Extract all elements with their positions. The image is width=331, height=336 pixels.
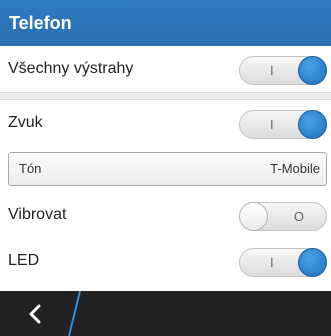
sound-row: Zvuk I: [0, 100, 331, 146]
all-alerts-row: Všechny výstrahy I: [0, 46, 331, 92]
sound-toggle[interactable]: I: [239, 110, 327, 139]
toggle-on-mark: I: [270, 117, 274, 132]
tone-label: Tón: [19, 161, 42, 176]
vibrate-toggle[interactable]: O: [239, 202, 327, 231]
led-row: LED I: [0, 238, 331, 284]
chevron-left-icon: [29, 304, 41, 324]
led-label: LED: [8, 252, 40, 269]
toggle-knob: [239, 202, 268, 231]
back-button[interactable]: [0, 291, 72, 336]
bottom-action-bar: [0, 291, 331, 336]
tone-value: T-Mobile: [270, 161, 320, 176]
phone-settings-screen: Telefon Všechny výstrahy I Zvuk I Tón T-…: [0, 0, 331, 336]
action-bar-separator: [68, 291, 81, 336]
toggle-knob: [298, 110, 327, 139]
toggle-knob: [298, 56, 327, 85]
toggle-off-mark: O: [293, 209, 304, 224]
toggle-on-mark: I: [270, 63, 274, 78]
vibrate-row: Vibrovat O: [0, 192, 331, 238]
vibrate-label: Vibrovat: [8, 206, 67, 223]
tone-dropdown[interactable]: Tón T-Mobile: [8, 152, 327, 186]
toggle-knob: [298, 248, 327, 277]
section-divider: [0, 92, 331, 100]
all-alerts-toggle[interactable]: I: [239, 56, 327, 85]
page-title: Telefon: [0, 0, 331, 46]
sound-label: Zvuk: [8, 114, 43, 131]
toggle-on-mark: I: [270, 255, 274, 270]
led-toggle[interactable]: I: [239, 248, 327, 277]
all-alerts-label: Všechny výstrahy: [8, 60, 134, 77]
